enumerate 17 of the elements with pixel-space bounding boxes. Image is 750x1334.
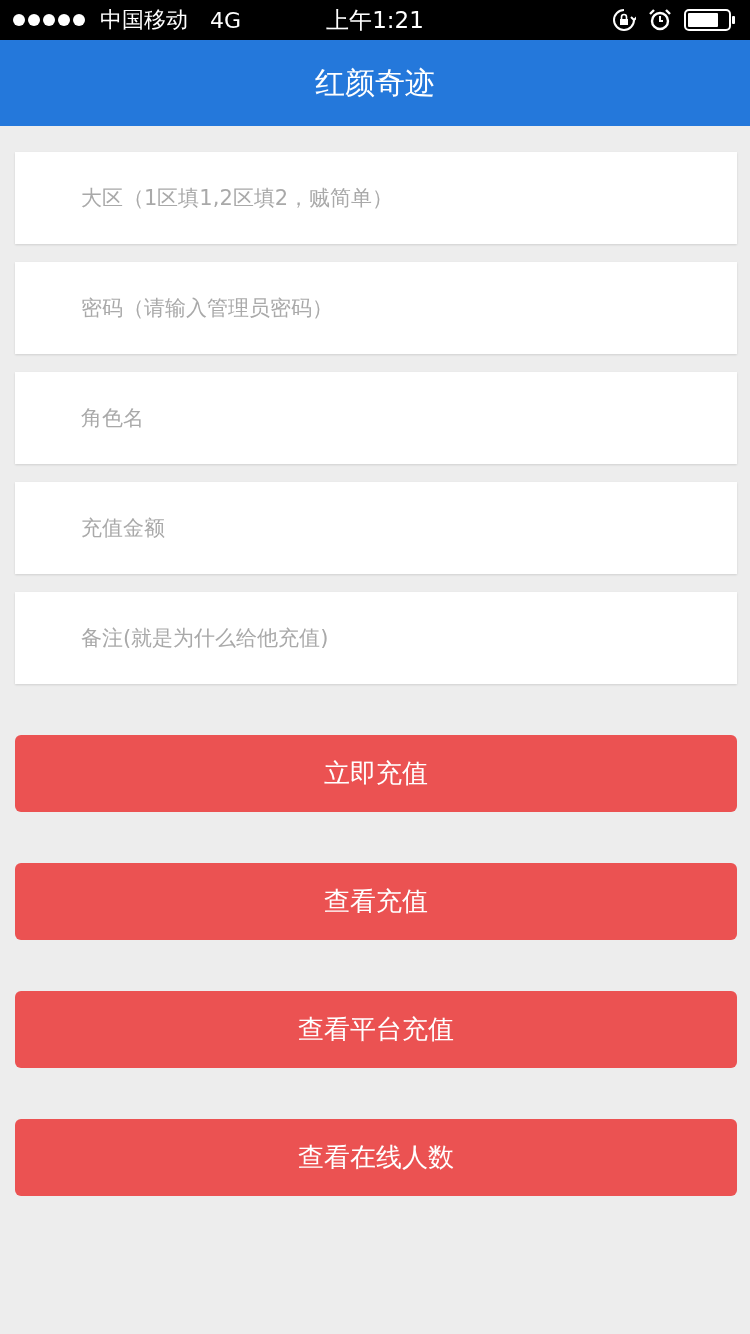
action-button[interactable]: 立即充值 xyxy=(15,735,737,812)
input-field[interactable]: 备注(就是为什么给他充值) xyxy=(15,592,737,684)
signal-icon xyxy=(12,13,88,27)
input-field[interactable]: 充值金额 xyxy=(15,482,737,574)
action-button[interactable]: 查看在线人数 xyxy=(15,1119,737,1196)
action-button[interactable]: 查看平台充值 xyxy=(15,991,737,1068)
input-field[interactable]: 大区（1区填1,2区填2，贼简单） xyxy=(15,152,737,244)
clock-time: 上午1:21 xyxy=(325,5,425,35)
page-title: 红颜奇迹 xyxy=(315,63,435,102)
input-field[interactable]: 密码（请输入管理员密码） xyxy=(15,262,737,354)
alarm-icon xyxy=(648,8,672,32)
battery-icon xyxy=(684,9,736,31)
input-field[interactable]: 角色名 xyxy=(15,372,737,464)
rotation-lock-icon xyxy=(612,8,636,32)
carrier-name: 中国移动 xyxy=(100,6,188,34)
network-type: 4G xyxy=(210,7,242,33)
action-button[interactable]: 查看充值 xyxy=(15,863,737,940)
